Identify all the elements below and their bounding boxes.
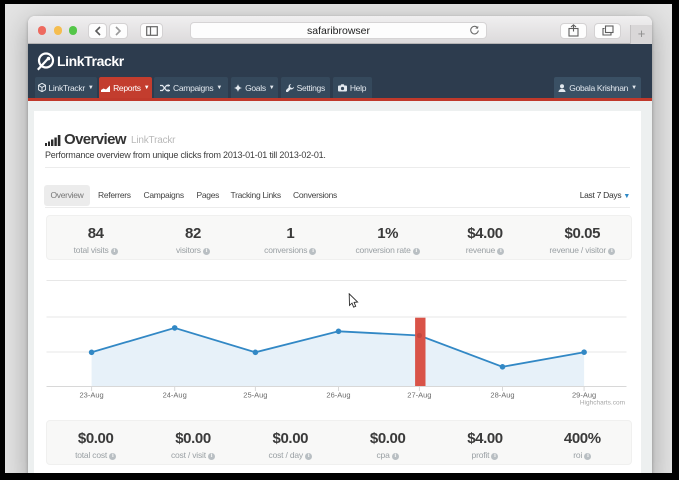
svg-text:25-Aug: 25-Aug	[243, 390, 267, 399]
svg-text:23-Aug: 23-Aug	[80, 390, 104, 399]
svg-text:27-Aug: 27-Aug	[407, 390, 431, 399]
svg-text:24-Aug: 24-Aug	[163, 390, 187, 399]
svg-text:28-Aug: 28-Aug	[490, 390, 514, 399]
svg-text:Highcharts.com: Highcharts.com	[580, 399, 625, 406]
svg-text:29-Aug: 29-Aug	[572, 390, 596, 399]
svg-text:26-Aug: 26-Aug	[326, 390, 350, 399]
